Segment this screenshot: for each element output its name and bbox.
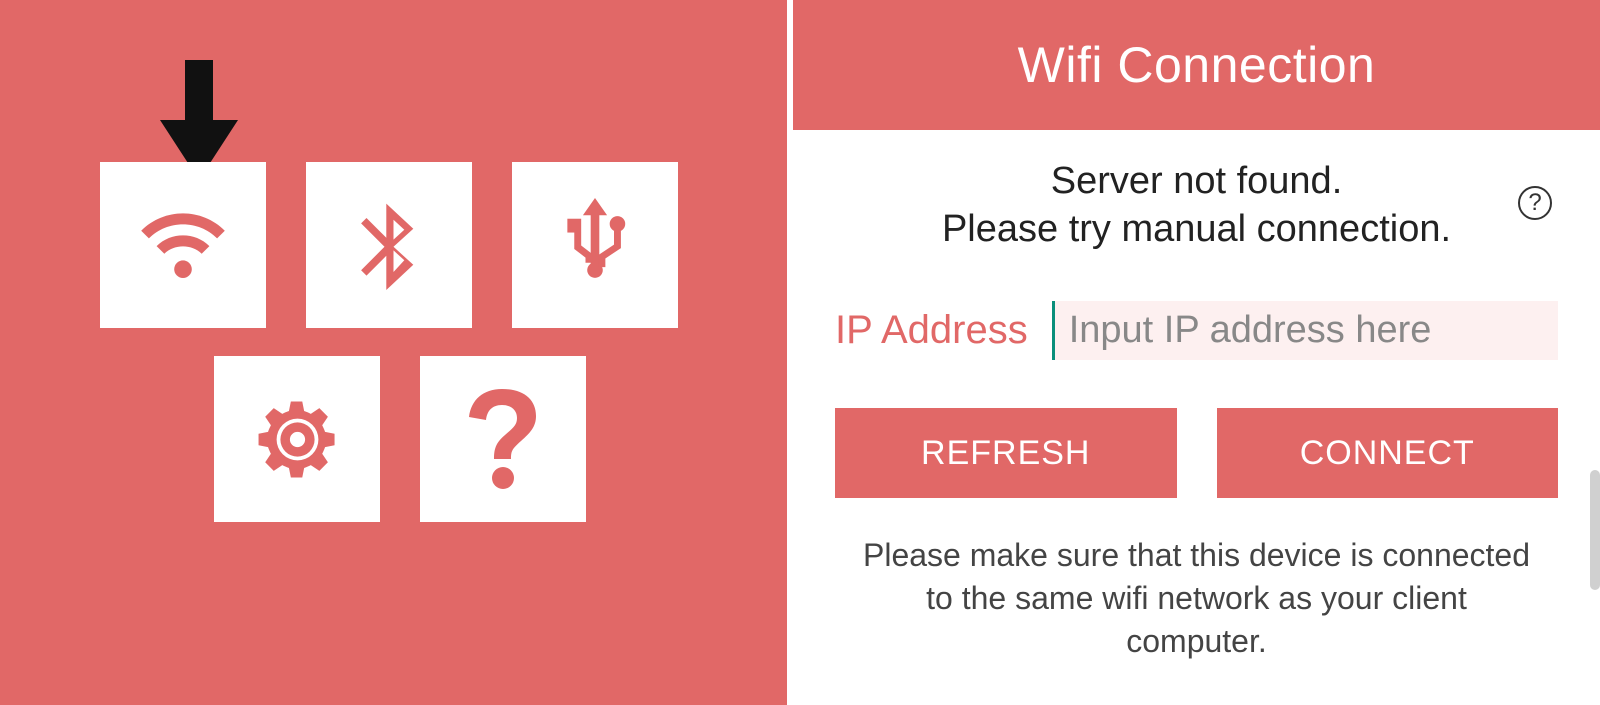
ip-address-row: IP Address xyxy=(793,301,1600,360)
help-icon[interactable]: ? xyxy=(1518,186,1552,220)
bluetooth-tile[interactable] xyxy=(306,162,472,328)
wifi-connection-panel: Wifi Connection Server not found. Please… xyxy=(793,0,1600,705)
bluetooth-icon xyxy=(344,200,434,290)
footnote-text: Please make sure that this device is con… xyxy=(793,534,1600,664)
usb-tile[interactable] xyxy=(512,162,678,328)
page-title: Wifi Connection xyxy=(793,0,1600,130)
wifi-icon xyxy=(128,190,238,300)
status-line-1: Server not found. xyxy=(823,158,1570,206)
app-root: Wifi Connection Server not found. Please… xyxy=(0,0,1600,705)
button-row: REFRESH CONNECT xyxy=(793,408,1600,498)
help-tile[interactable] xyxy=(420,356,586,522)
status-message: Server not found. Please try manual conn… xyxy=(793,158,1600,253)
refresh-button[interactable]: REFRESH xyxy=(835,408,1177,498)
ip-address-label: IP Address xyxy=(835,308,1028,353)
usb-icon xyxy=(550,198,640,293)
tile-grid xyxy=(100,162,680,522)
settings-tile[interactable] xyxy=(214,356,380,522)
gear-icon xyxy=(250,392,345,487)
connection-menu-panel xyxy=(0,0,787,705)
connect-button[interactable]: CONNECT xyxy=(1217,408,1559,498)
scrollbar-thumb[interactable] xyxy=(1590,470,1600,590)
tile-row-1 xyxy=(100,162,680,328)
question-icon xyxy=(468,389,538,489)
ip-address-input[interactable] xyxy=(1052,301,1558,360)
wifi-tile[interactable] xyxy=(100,162,266,328)
tile-row-2 xyxy=(100,356,680,522)
status-line-2: Please try manual connection. xyxy=(823,206,1570,254)
